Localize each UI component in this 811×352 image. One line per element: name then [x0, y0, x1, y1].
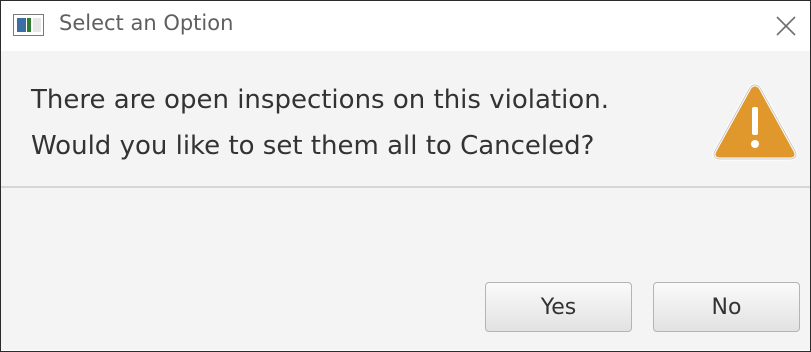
close-button[interactable] [769, 9, 803, 43]
no-button[interactable]: No [653, 282, 800, 332]
close-icon [776, 16, 796, 36]
message-line-2: Would you like to set them all to Cancel… [31, 131, 595, 161]
warning-icon [712, 83, 798, 161]
message-line-1: There are open inspections on this viola… [31, 85, 609, 115]
app-window-icon [13, 14, 44, 36]
yes-button[interactable]: Yes [485, 282, 632, 332]
button-area: Yes No [1, 188, 810, 350]
window-title: Select an Option [59, 11, 234, 35]
message-area: There are open inspections on this viola… [1, 51, 810, 186]
dialog-window: Select an Option There are open inspecti… [0, 0, 811, 352]
title-bar[interactable]: Select an Option [1, 1, 810, 51]
